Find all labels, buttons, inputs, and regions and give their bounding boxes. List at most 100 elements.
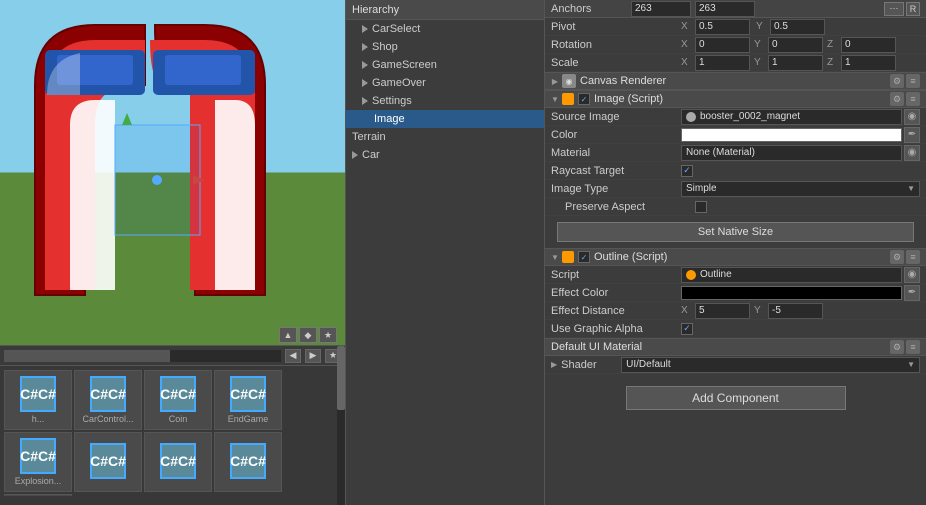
- hierarchy-item-gamescreen[interactable]: GameScreen: [346, 56, 544, 74]
- scale-x-field[interactable]: [695, 55, 750, 71]
- color-picker[interactable]: [681, 128, 902, 142]
- asset-label-3: Coin: [169, 414, 188, 424]
- scale-y-field[interactable]: [768, 55, 823, 71]
- set-native-size-btn[interactable]: Set Native Size: [557, 222, 914, 242]
- canvas-renderer-settings[interactable]: ⚙: [890, 74, 904, 88]
- asset-scroll-left[interactable]: ◀: [285, 349, 301, 363]
- image-type-value: Simple: [686, 183, 717, 194]
- outline-script-check[interactable]: ✓: [578, 251, 590, 263]
- script-label: Script: [551, 269, 681, 281]
- material-pick[interactable]: ◉: [904, 145, 920, 161]
- raycast-checkbox[interactable]: [681, 165, 693, 177]
- outline-script-menu[interactable]: ≡: [906, 250, 920, 264]
- pivot-x-field[interactable]: [695, 19, 750, 35]
- scale-z-field[interactable]: [841, 55, 896, 71]
- anchors-settings-btn[interactable]: ⋯: [884, 2, 904, 16]
- effect-color-eyedropper[interactable]: ✒: [904, 285, 920, 301]
- outline-script-icon: [562, 251, 574, 263]
- rotation-z-field[interactable]: [841, 37, 896, 53]
- hierarchy-item-settings[interactable]: Settings: [346, 92, 544, 110]
- asset-icon: C#: [20, 376, 56, 412]
- collapse-shader-arrow[interactable]: ▶: [551, 360, 557, 369]
- source-image-value: booster_0002_magnet: [700, 111, 800, 122]
- scene-toolbar-btn3[interactable]: ★: [319, 327, 337, 343]
- use-graphic-alpha-label: Use Graphic Alpha: [551, 323, 681, 335]
- asset-icon-8: C#: [230, 443, 266, 479]
- asset-label: h...: [32, 414, 45, 424]
- terrain-label: Terrain: [352, 131, 386, 143]
- default-ui-label: Default UI Material: [551, 341, 890, 353]
- asset-item-coin[interactable]: C# Coin: [144, 370, 212, 430]
- hierarchy-item-terrain[interactable]: Terrain: [346, 128, 544, 146]
- rotation-x-field[interactable]: [695, 37, 750, 53]
- hierarchy-item-gameover[interactable]: GameOver: [346, 74, 544, 92]
- anchors-label: Anchors: [551, 3, 631, 15]
- canvas-renderer-eye[interactable]: ◉: [562, 74, 576, 88]
- asset-label-5: Explosion...: [15, 476, 62, 486]
- asset-icon-7: C#: [160, 443, 196, 479]
- use-graphic-alpha-checkbox[interactable]: [681, 323, 693, 335]
- hierarchy-header: Hierarchy: [346, 0, 544, 20]
- outline-script-header[interactable]: ▼ ✓ Outline (Script) ⚙ ≡: [545, 248, 926, 266]
- anchors-reset-btn[interactable]: R: [906, 2, 920, 16]
- image-script-settings[interactable]: ⚙: [890, 92, 904, 106]
- asset-item-8[interactable]: C#: [214, 432, 282, 492]
- outline-script-value: Outline: [700, 269, 732, 280]
- default-ui-header[interactable]: Default UI Material ⚙ ≡: [545, 338, 926, 356]
- canvas-renderer-label: Canvas Renderer: [580, 75, 666, 87]
- raycast-label: Raycast Target: [551, 165, 681, 177]
- asset-item-9[interactable]: C#: [4, 494, 72, 496]
- asset-item-7[interactable]: C#: [144, 432, 212, 492]
- material-value: None (Material): [686, 147, 755, 158]
- outline-script-settings[interactable]: ⚙: [890, 250, 904, 264]
- asset-scroll-right[interactable]: ▶: [305, 349, 321, 363]
- default-ui-menu[interactable]: ≡: [906, 340, 920, 354]
- add-component-btn[interactable]: Add Component: [626, 386, 846, 410]
- effect-color-picker[interactable]: [681, 286, 902, 300]
- asset-icon-4: C#: [230, 376, 266, 412]
- asset-item-explosion[interactable]: C# Explosion...: [4, 432, 72, 492]
- rotation-y-field[interactable]: [768, 37, 823, 53]
- image-type-arrow: ▼: [907, 184, 915, 193]
- material-label: Material: [551, 147, 681, 159]
- asset-label-4: EndGame: [228, 414, 269, 424]
- scene-toolbar-btn1[interactable]: ▲: [279, 327, 297, 343]
- image-type-label: Image Type: [551, 183, 681, 195]
- canvas-renderer-header[interactable]: ▶ ◉ Canvas Renderer ⚙ ≡: [545, 72, 926, 90]
- anchors-x-field[interactable]: [631, 1, 691, 17]
- asset-item-endgame[interactable]: C# EndGame: [214, 370, 282, 430]
- image-script-header[interactable]: ▼ ✓ Image (Script) ⚙ ≡: [545, 90, 926, 108]
- image-script-menu[interactable]: ≡: [906, 92, 920, 106]
- color-eyedropper[interactable]: ✒: [904, 127, 920, 143]
- canvas-renderer-menu[interactable]: ≡: [906, 74, 920, 88]
- hierarchy-item-shop[interactable]: Shop: [346, 38, 544, 56]
- color-label: Color: [551, 129, 681, 141]
- asset-icon-2: C#: [90, 376, 126, 412]
- image-script-check[interactable]: ✓: [578, 93, 590, 105]
- source-image-pick[interactable]: ◉: [904, 109, 920, 125]
- asset-item-carcontrol[interactable]: C# h...: [4, 370, 72, 430]
- hierarchy-item-carselect[interactable]: CarSelect: [346, 20, 544, 38]
- image-script-icon: [562, 93, 574, 105]
- asset-item-carcontrol2[interactable]: C# CarControl...: [74, 370, 142, 430]
- asset-item-6[interactable]: C#: [74, 432, 142, 492]
- pivot-label: Pivot: [551, 21, 681, 33]
- preserve-aspect-checkbox[interactable]: [695, 201, 707, 213]
- anchors-y-field[interactable]: [695, 1, 755, 17]
- scene-toolbar-btn2[interactable]: ◆: [299, 327, 317, 343]
- image-script-label: Image (Script): [594, 93, 663, 105]
- hierarchy-item-image[interactable]: Image: [346, 110, 544, 128]
- asset-icon-3: C#: [160, 376, 196, 412]
- image-type-dropdown[interactable]: Simple ▼: [681, 181, 920, 197]
- effect-dist-x-field[interactable]: [695, 303, 750, 319]
- script-pick[interactable]: ◉: [904, 267, 920, 283]
- asset-icon-6: C#: [90, 443, 126, 479]
- default-ui-settings[interactable]: ⚙: [890, 340, 904, 354]
- effect-dist-y-field[interactable]: [768, 303, 823, 319]
- outline-script-label: Outline (Script): [594, 251, 667, 263]
- shader-label: Shader: [561, 359, 621, 371]
- hierarchy-item-car[interactable]: Car: [346, 146, 544, 164]
- shader-dropdown[interactable]: UI/Default ▼: [621, 357, 920, 373]
- pivot-y-field[interactable]: [770, 19, 825, 35]
- scale-label: Scale: [551, 57, 681, 69]
